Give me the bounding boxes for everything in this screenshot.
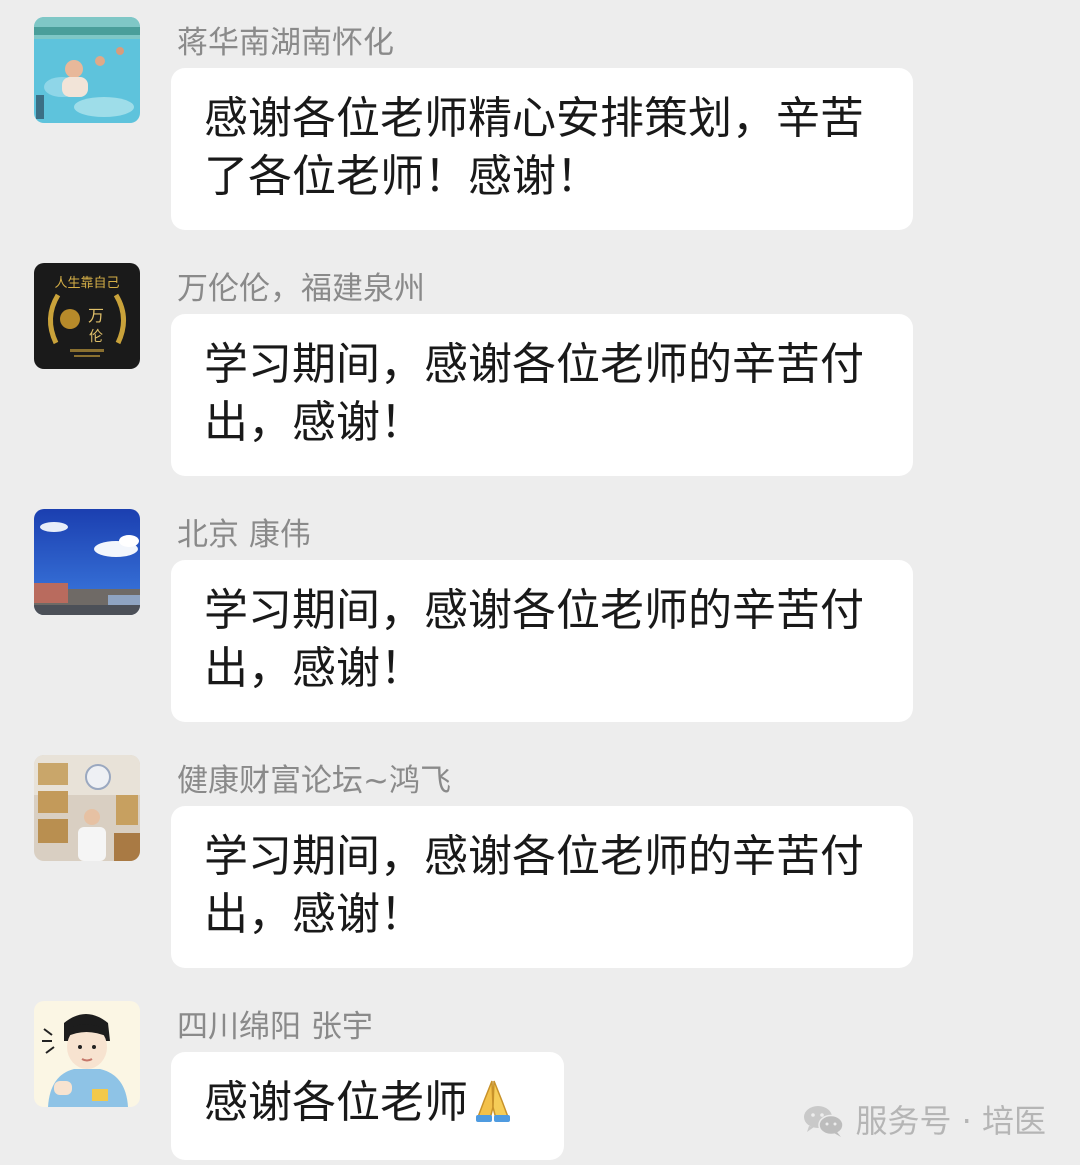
sender-name: 北京 康伟 xyxy=(177,517,311,553)
message-bubble[interactable]: 学习期间，感谢各位老师的辛苦付出，感谢！ xyxy=(171,560,913,722)
svg-text:伦: 伦 xyxy=(89,329,103,345)
message-bubble[interactable]: 感谢各位老师精心安排策划，辛苦了各位老师！感谢！ xyxy=(171,68,913,230)
account-watermark: 服务号 · 培医 xyxy=(803,1101,1046,1141)
sender-name: 万伦伦，福建泉州 xyxy=(177,271,425,307)
message-text: 感谢各位老师精心安排策划，辛苦了各位老师！感谢！ xyxy=(204,93,864,202)
message-text: 学习期间，感谢各位老师的辛苦付出，感谢！ xyxy=(204,585,864,694)
wechat-icon xyxy=(803,1104,845,1138)
svg-text:万: 万 xyxy=(88,306,104,325)
chat-message: 北京 康伟 学习期间，感谢各位老师的辛苦付出，感谢！ xyxy=(0,509,1080,739)
sender-name: 蒋华南湖南怀化 xyxy=(177,25,394,61)
avatar-blue-sky[interactable] xyxy=(34,509,140,615)
chat-message: 蒋华南湖南怀化 感谢各位老师精心安排策划，辛苦了各位老师！感谢！ xyxy=(0,17,1080,247)
svg-text:人生靠自己: 人生靠自己 xyxy=(54,276,119,291)
message-bubble[interactable]: 感谢各位老师 xyxy=(171,1052,564,1160)
avatar-pool-photo[interactable] xyxy=(34,17,140,123)
avatar-office-photo[interactable] xyxy=(34,755,140,861)
sender-name: 健康财富论坛~鸿飞 xyxy=(177,763,451,799)
sender-name: 四川绵阳 张宇 xyxy=(177,1009,373,1045)
watermark-text: 服务号 · 培医 xyxy=(855,1102,1046,1140)
message-bubble[interactable]: 学习期间，感谢各位老师的辛苦付出，感谢！ xyxy=(171,314,913,476)
folded-hands-icon xyxy=(470,1077,516,1138)
message-text: 感谢各位老师 xyxy=(204,1077,468,1128)
message-bubble[interactable]: 学习期间，感谢各位老师的辛苦付出，感谢！ xyxy=(171,806,913,968)
chat-message: 人生靠自己 万 伦 万伦伦，福建泉州 学习期间，感谢各位老师的辛苦付出，感谢！ xyxy=(0,263,1080,493)
chat-message: 健康财富论坛~鸿飞 学习期间，感谢各位老师的辛苦付出，感谢！ xyxy=(0,755,1080,985)
message-text: 学习期间，感谢各位老师的辛苦付出，感谢！ xyxy=(204,339,864,448)
avatar-cartoon-boy[interactable] xyxy=(34,1001,140,1107)
message-text: 学习期间，感谢各位老师的辛苦付出，感谢！ xyxy=(204,831,864,940)
avatar-gold-emblem[interactable]: 人生靠自己 万 伦 xyxy=(34,263,140,369)
